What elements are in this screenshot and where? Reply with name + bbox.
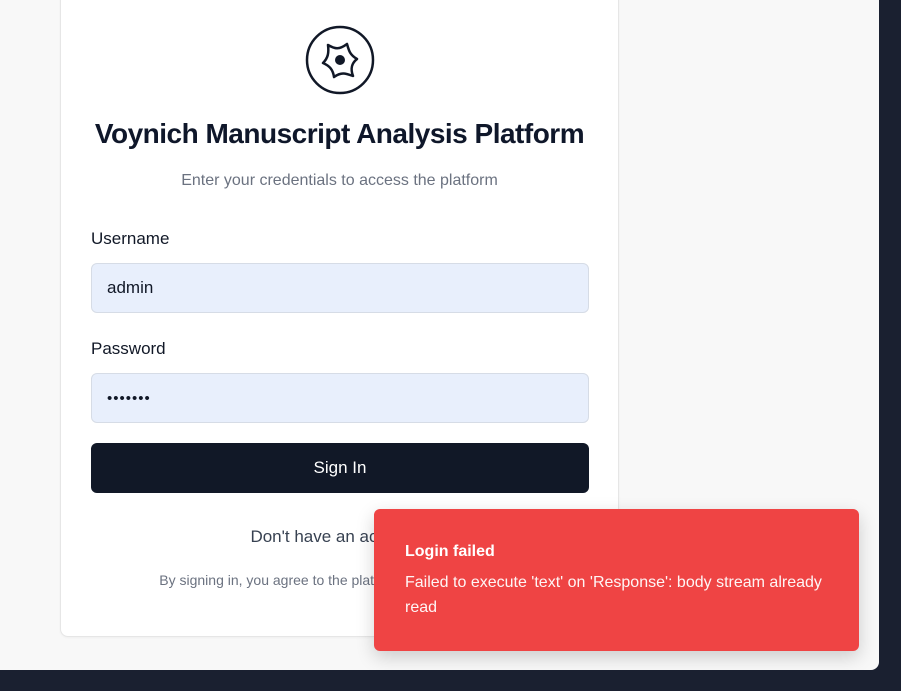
password-input[interactable]: ••••••• xyxy=(91,373,589,423)
toast-message: Failed to execute 'text' on 'Response': … xyxy=(405,574,822,616)
page-subtitle: Enter your credentials to access the pla… xyxy=(181,172,498,189)
platform-logo-icon xyxy=(305,25,375,95)
page-title: Voynich Manuscript Analysis Platform xyxy=(94,118,585,149)
password-label: Password xyxy=(91,339,166,358)
browser-viewport: Voynich Manuscript Analysis Platform Ent… xyxy=(0,0,879,670)
username-input[interactable]: admin xyxy=(91,263,589,313)
sign-in-button[interactable]: Sign In xyxy=(91,443,589,493)
toast-title: Login failed xyxy=(405,543,495,560)
username-label: Username xyxy=(91,229,170,248)
error-toast[interactable]: Login failed Failed to execute 'text' on… xyxy=(374,509,859,651)
